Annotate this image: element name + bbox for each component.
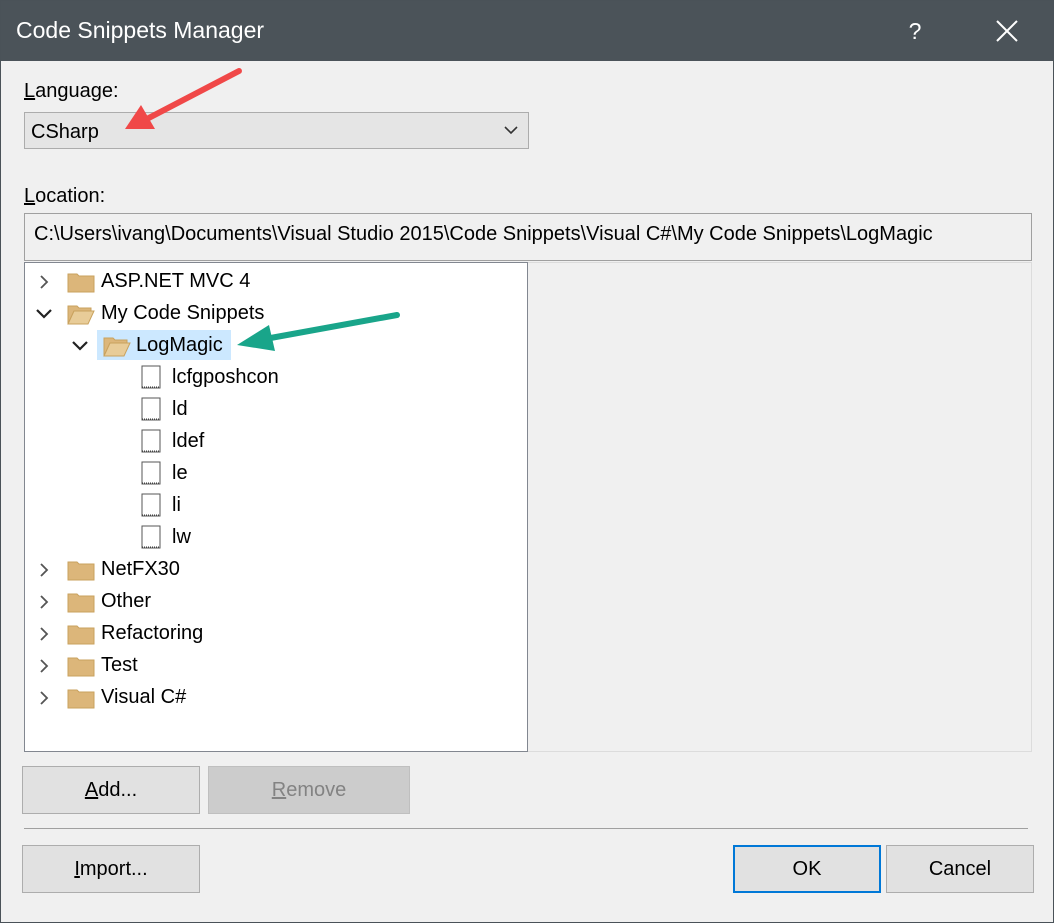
tree-folder-visual-csharp[interactable]: Visual C#: [31, 682, 331, 712]
tree-folder-label: Refactoring: [101, 622, 204, 644]
chevron-right-icon: [40, 659, 49, 673]
chevron-right-icon: [40, 691, 49, 705]
location-field: C:\Users\ivang\Documents\Visual Studio 2…: [24, 213, 1032, 261]
folder-icon: [67, 273, 95, 293]
tree-folder-netfx30[interactable]: NetFX30: [31, 554, 331, 584]
chevron-down-icon: [504, 126, 518, 135]
tree-folder-label: ASP.NET MVC 4: [101, 270, 251, 292]
tree-folder-other[interactable]: Other: [31, 586, 331, 616]
title-bar: Code Snippets Manager ?: [1, 1, 1053, 61]
language-label: Language:: [24, 80, 119, 102]
language-dropdown[interactable]: CSharp: [24, 112, 529, 149]
snippet-file-icon: [141, 397, 161, 421]
close-icon: [996, 20, 1018, 42]
cancel-button[interactable]: Cancel: [886, 845, 1034, 893]
snippet-file-icon: [141, 461, 161, 485]
tree-folder-label: LogMagic: [136, 334, 223, 356]
tree-folder-label: Other: [101, 590, 152, 612]
folder-icon: [67, 657, 95, 677]
snippet-details-pane: [528, 262, 1032, 752]
open-folder-icon: [67, 305, 95, 325]
folder-icon: [67, 625, 95, 645]
location-path: C:\Users\ivang\Documents\Visual Studio 2…: [34, 223, 933, 245]
tree-snippet-label: lw: [172, 526, 191, 548]
chevron-right-icon: [40, 595, 49, 609]
tree-snippet-label: ldef: [172, 430, 205, 452]
help-button[interactable]: ?: [897, 11, 933, 51]
language-selected-value: CSharp: [31, 121, 99, 143]
snippet-file-icon: [141, 525, 161, 549]
help-icon: ?: [908, 18, 922, 44]
chevron-down-icon: [36, 309, 52, 319]
import-button[interactable]: Import...: [22, 845, 200, 893]
tree-snippet-ld[interactable]: ld: [139, 394, 339, 424]
tree-folder-asp-net-mvc-4[interactable]: ASP.NET MVC 4: [31, 266, 331, 296]
tree-folder-label: Visual C#: [101, 686, 187, 708]
tree-snippet-label: ld: [172, 398, 188, 420]
tree-snippet-label: le: [172, 462, 188, 484]
green-annotation-arrow: [237, 312, 400, 351]
folder-icon: [67, 593, 95, 613]
red-annotation-arrow: [125, 68, 242, 129]
tree-snippet-lw[interactable]: lw: [139, 522, 339, 552]
add-button[interactable]: Add...: [22, 766, 200, 814]
tree-snippet-li[interactable]: li: [139, 490, 339, 520]
tree-folder-refactoring[interactable]: Refactoring: [31, 618, 331, 648]
folder-icon: [67, 689, 95, 709]
window-title: Code Snippets Manager: [16, 17, 265, 43]
chevron-right-icon: [40, 563, 49, 577]
separator: [24, 828, 1028, 829]
snippet-file-icon: [141, 429, 161, 453]
ok-button[interactable]: OK: [733, 845, 881, 893]
remove-button[interactable]: Remove: [208, 766, 410, 814]
tree-folder-test[interactable]: Test: [31, 650, 331, 680]
tree-snippet-lcfgposhcon[interactable]: lcfgposhcon: [139, 362, 339, 392]
tree-snippet-ldef[interactable]: ldef: [139, 426, 339, 456]
tree-snippet-label: lcfgposhcon: [172, 366, 279, 388]
tree-folder-label: Test: [101, 654, 138, 676]
chevron-right-icon: [40, 275, 49, 289]
open-folder-icon: [103, 337, 131, 357]
snippet-file-icon: [141, 493, 161, 517]
tree-snippet-label: li: [172, 494, 181, 516]
tree-snippet-le[interactable]: le: [139, 458, 339, 488]
folder-icon: [67, 561, 95, 581]
chevron-down-icon: [72, 341, 88, 351]
tree-folder-label: NetFX30: [101, 558, 180, 580]
snippet-file-icon: [141, 365, 161, 389]
code-snippets-manager-dialog: Code Snippets Manager ? Language: CSharp…: [0, 0, 1054, 923]
close-button[interactable]: [985, 11, 1027, 51]
tree-folder-logmagic[interactable]: LogMagic: [67, 330, 237, 360]
location-label: Location:: [24, 185, 106, 207]
chevron-right-icon: [40, 627, 49, 641]
